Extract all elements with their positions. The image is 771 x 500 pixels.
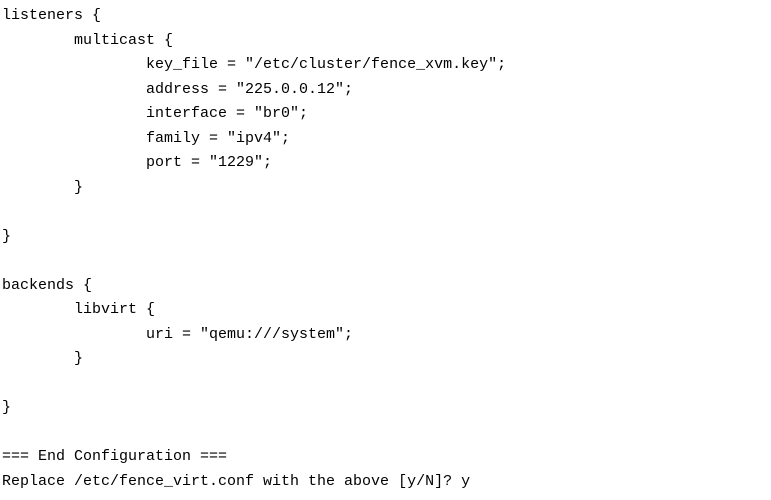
- config-line: }: [2, 399, 11, 416]
- config-line: key_file = "/etc/cluster/fence_xvm.key";: [2, 56, 506, 73]
- config-line: }: [2, 228, 11, 245]
- config-line: family = "ipv4";: [2, 130, 290, 147]
- terminal-output: listeners { multicast { key_file = "/etc…: [0, 0, 771, 500]
- config-line: interface = "br0";: [2, 105, 308, 122]
- prompt-answer-input[interactable]: y: [461, 473, 470, 490]
- end-configuration-marker: === End Configuration ===: [2, 448, 227, 465]
- replace-prompt: Replace /etc/fence_virt.conf with the ab…: [2, 473, 461, 490]
- config-line: listeners {: [2, 7, 101, 24]
- config-line: backends {: [2, 277, 92, 294]
- config-line: multicast {: [2, 32, 173, 49]
- config-line: libvirt {: [2, 301, 155, 318]
- config-line: uri = "qemu:///system";: [2, 326, 353, 343]
- config-line: }: [2, 179, 83, 196]
- config-line: }: [2, 350, 83, 367]
- config-line: address = "225.0.0.12";: [2, 81, 353, 98]
- config-line: port = "1229";: [2, 154, 272, 171]
